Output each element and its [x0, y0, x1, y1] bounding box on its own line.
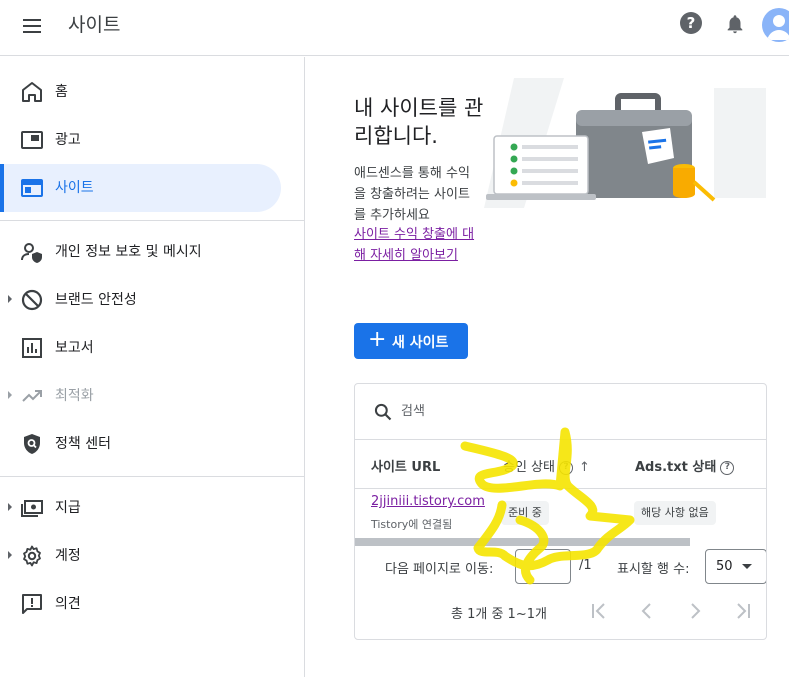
- go-to-page-label: 다음 페이지로 이동:: [385, 562, 494, 577]
- table-header: 사이트 URL 승인 상태? ↑ Ads.txt 상태?: [355, 441, 766, 489]
- page-title: 사이트: [68, 14, 121, 36]
- page-navigation: 총 1개 중 1~1개: [355, 587, 766, 637]
- sites-icon: [21, 179, 43, 197]
- rows-per-page-label: 표시할 행 수:: [617, 562, 690, 577]
- sidebar-item-feedback[interactable]: 의견: [0, 580, 281, 628]
- privacy-icon: [21, 243, 42, 263]
- sidebar-divider: [0, 476, 305, 477]
- reports-icon: [22, 338, 42, 358]
- sidebar-item-label: 사이트: [55, 180, 94, 196]
- bell-icon[interactable]: [724, 12, 746, 36]
- help-icon[interactable]: ?: [680, 12, 702, 34]
- column-header-label: 승인 상태: [503, 460, 555, 475]
- dropdown-arrow-icon: [742, 564, 752, 569]
- hero-description: 애드센스를 통해 수익을 창출하려는 사이트를 추가하세요: [354, 166, 470, 223]
- result-count: 총 1개 중 1~1개: [451, 607, 547, 622]
- sidebar-divider: [0, 220, 305, 221]
- sidebar-item-label: 홈: [55, 84, 68, 100]
- page-total: /1: [579, 558, 592, 573]
- next-page-icon[interactable]: [683, 599, 707, 623]
- trending-icon: [22, 390, 42, 402]
- column-header-approval-status[interactable]: 승인 상태? ↑: [503, 456, 590, 475]
- expand-caret-icon: [8, 295, 12, 303]
- sidebar-item-label: 브랜드 안전성: [55, 292, 137, 308]
- last-page-icon[interactable]: [731, 599, 755, 623]
- sort-arrow-up-icon[interactable]: ↑: [579, 460, 590, 475]
- site-connection-text: Tistory에 연결됨: [371, 518, 453, 531]
- help-circle-icon[interactable]: ?: [720, 460, 735, 475]
- search-icon: [374, 403, 392, 421]
- learn-more-link[interactable]: 사이트 수익 창출에 대해 자세히 알아보기: [354, 224, 478, 266]
- help-circle-icon[interactable]: ?: [558, 460, 573, 475]
- sidebar-item-policy-center[interactable]: 정책 센터: [0, 420, 281, 468]
- ads-icon: [21, 131, 43, 149]
- sidebar-item-ads[interactable]: 광고: [0, 116, 281, 164]
- table-row: 2jjiniii.tistory.com Tistory에 연결됨 준비 중 해…: [355, 490, 766, 538]
- payments-icon: [21, 500, 43, 517]
- sidebar-item-brand-safety[interactable]: 브랜드 안전성: [0, 276, 281, 324]
- sidebar-item-label: 정책 센터: [55, 436, 111, 452]
- first-page-icon[interactable]: [587, 599, 611, 623]
- column-header-label: Ads.txt 상태: [635, 460, 717, 475]
- sidebar-item-label: 의견: [55, 596, 81, 612]
- sidebar: 홈 광고 사이트 개인 정보 보호 및 메시지 브랜드 안전성 보고서 최적화 …: [0, 57, 305, 677]
- column-header-ads-txt-status[interactable]: Ads.txt 상태?: [635, 456, 735, 475]
- sites-table-panel: 사이트 URL 승인 상태? ↑ Ads.txt 상태? 2jjiniii.tis…: [354, 383, 767, 640]
- sidebar-item-label: 최적화: [55, 388, 94, 404]
- sidebar-item-payments[interactable]: 지급: [0, 484, 281, 532]
- plus-icon: +: [368, 327, 387, 352]
- expand-caret-icon: [8, 503, 12, 511]
- sidebar-item-privacy[interactable]: 개인 정보 보호 및 메시지: [0, 228, 281, 276]
- sidebar-item-label: 개인 정보 보호 및 메시지: [55, 244, 202, 260]
- expand-caret-icon: [8, 391, 12, 399]
- sidebar-item-optimization[interactable]: 최적화: [0, 372, 281, 420]
- sidebar-item-sites[interactable]: 사이트: [0, 164, 281, 212]
- search-input[interactable]: [401, 400, 701, 422]
- sidebar-item-home[interactable]: 홈: [0, 68, 281, 116]
- rows-per-page-select[interactable]: 50: [705, 549, 766, 584]
- pagination-controls: 다음 페이지로 이동: /1 표시할 행 수: 50: [355, 547, 766, 587]
- menu-icon[interactable]: [20, 14, 44, 38]
- horizontal-scrollbar[interactable]: [355, 538, 690, 546]
- column-header-site-url[interactable]: 사이트 URL: [371, 456, 440, 475]
- policy-shield-icon: [24, 434, 40, 454]
- sites-illustration: [484, 78, 766, 208]
- new-site-button[interactable]: + 새 사이트: [354, 323, 468, 359]
- feedback-icon: [22, 594, 42, 614]
- gear-icon: [23, 545, 41, 567]
- rows-per-page-value: 50: [716, 559, 733, 574]
- approval-status-badge: 준비 중: [501, 501, 549, 525]
- sidebar-item-reports[interactable]: 보고서: [0, 324, 281, 372]
- sidebar-item-account[interactable]: 계정: [0, 532, 281, 580]
- page-number-input[interactable]: [515, 549, 571, 584]
- ads-txt-status-badge: 해당 사항 없음: [634, 501, 716, 525]
- site-url-link[interactable]: 2jjiniii.tistory.com: [371, 494, 485, 509]
- expand-caret-icon: [8, 551, 12, 559]
- sidebar-item-label: 지급: [55, 500, 81, 516]
- hero-title: 내 사이트를 관리합니다.: [354, 96, 484, 148]
- sidebar-item-label: 계정: [55, 548, 81, 564]
- avatar[interactable]: [762, 8, 789, 42]
- previous-page-icon[interactable]: [635, 599, 659, 623]
- new-site-label: 새 사이트: [392, 335, 449, 351]
- search-bar: [355, 384, 766, 440]
- home-icon: [22, 82, 42, 102]
- block-icon: [21, 289, 43, 311]
- top-app-bar: 사이트 ?: [0, 0, 789, 56]
- sidebar-item-label: 보고서: [55, 340, 94, 356]
- sidebar-item-label: 광고: [55, 132, 81, 148]
